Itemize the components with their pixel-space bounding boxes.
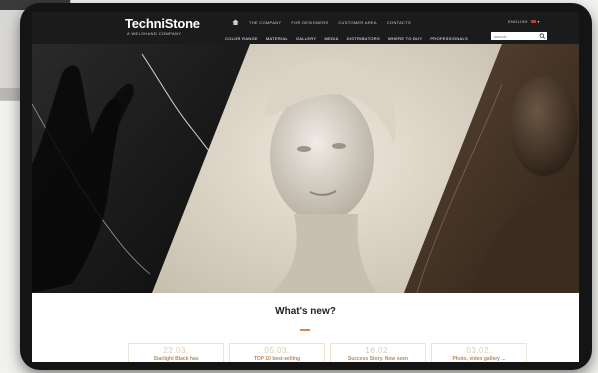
news-title[interactable]: TOP 10 best-selling — [230, 356, 324, 362]
brand-tagline: A WELSHAND COMPANY — [127, 31, 182, 36]
nav-media[interactable]: MEDIA — [324, 36, 338, 41]
accent-divider — [300, 329, 310, 331]
news-title[interactable]: Success Story. Now seen — [331, 356, 425, 362]
top-nav-customer-area[interactable]: CUSTOMER AREA — [338, 20, 377, 25]
main-nav: COLOR RANGE MATERIAL GALLERY MEDIA DISTR… — [225, 36, 468, 41]
nav-where-to-buy[interactable]: WHERE TO BUY — [388, 36, 422, 41]
top-nav-contacts[interactable]: CONTACTS — [387, 20, 411, 25]
male-bust-head — [510, 76, 578, 176]
hero-banner — [32, 44, 579, 293]
home-icon[interactable] — [232, 19, 239, 25]
bust-eye — [332, 143, 346, 149]
hero-image — [32, 44, 579, 293]
news-date: 16.02. — [365, 346, 391, 355]
flag-icon — [531, 20, 537, 24]
news-card[interactable]: 03.02. Photo, video gallery ... — [431, 343, 527, 362]
language-label: ENGLISH — [508, 19, 528, 24]
news-card[interactable]: 16.02. Success Story. Now seen — [330, 343, 426, 362]
search-button[interactable] — [538, 32, 547, 40]
chevron-down-icon: ▾ — [537, 19, 540, 24]
top-nav-company[interactable]: THE COMPANY — [249, 20, 281, 25]
news-title[interactable]: Photo, video gallery ... — [432, 356, 526, 362]
nav-distributors[interactable]: DISTRIBUTORS — [347, 36, 380, 41]
top-nav: THE COMPANY FOR DESIGNERS CUSTOMER AREA … — [232, 19, 411, 25]
nav-material[interactable]: MATERIAL — [266, 36, 288, 41]
bust-face — [270, 90, 374, 222]
nav-color-range[interactable]: COLOR RANGE — [225, 36, 258, 41]
top-nav-designers[interactable]: FOR DESIGNERS — [291, 20, 328, 25]
language-selector[interactable]: ENGLISH ▾ — [508, 19, 540, 24]
whats-new-section: What's new? 22.03. Starlight Black has 0… — [32, 293, 579, 362]
bust-eye — [297, 146, 311, 152]
tablet-frame: TechniStone A WELSHAND COMPANY THE COMPA… — [20, 3, 592, 370]
search-icon — [539, 33, 546, 39]
site-header: TechniStone A WELSHAND COMPANY THE COMPA… — [32, 12, 579, 44]
search-input[interactable] — [491, 32, 538, 40]
nav-professionals[interactable]: PROFESSIONALS — [430, 36, 468, 41]
news-card[interactable]: 22.03. Starlight Black has — [128, 343, 224, 362]
news-card[interactable]: 05.03. TOP 10 best-selling — [229, 343, 325, 362]
news-date: 22.03. — [163, 346, 189, 355]
nav-gallery[interactable]: GALLERY — [296, 36, 316, 41]
brand-logo[interactable]: TechniStone — [125, 16, 200, 31]
tablet-screen: TechniStone A WELSHAND COMPANY THE COMPA… — [32, 12, 579, 362]
news-date: 03.02. — [466, 346, 492, 355]
news-date: 05.03. — [264, 346, 290, 355]
news-title[interactable]: Starlight Black has — [129, 356, 223, 362]
whats-new-title: What's new? — [275, 306, 336, 317]
